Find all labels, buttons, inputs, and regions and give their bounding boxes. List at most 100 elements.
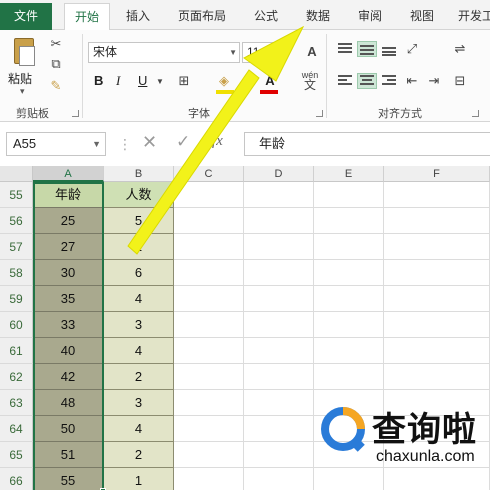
cell-c60[interactable] (174, 312, 244, 338)
phonetic-guide-icon[interactable]: wén 文 (300, 70, 320, 91)
cancel-icon[interactable]: ✕ (142, 132, 157, 153)
alignment-launcher-icon[interactable] (472, 110, 479, 117)
row-header[interactable]: 57 (0, 234, 33, 260)
cell-f56[interactable] (384, 208, 490, 234)
row-header[interactable]: 65 (0, 442, 33, 468)
cell-a58[interactable]: 30 (33, 260, 104, 286)
cell-c58[interactable] (174, 260, 244, 286)
tab-review[interactable]: 审阅 (358, 5, 382, 27)
align-left-icon[interactable] (336, 74, 354, 88)
row-header[interactable]: 55 (0, 182, 33, 208)
grow-font-icon[interactable]: A (304, 44, 320, 60)
align-right-icon[interactable] (380, 74, 398, 88)
merge-center-icon[interactable]: ⊟ (452, 73, 468, 89)
cell-a66[interactable]: 55 (33, 468, 104, 490)
formula-input[interactable]: 年龄 (244, 132, 490, 156)
increase-indent-icon[interactable]: ⇥ (426, 73, 442, 89)
tab-home[interactable]: 开始 (64, 3, 110, 31)
cell-d57[interactable] (244, 234, 314, 260)
cell-b64[interactable]: 4 (104, 416, 174, 442)
cell-f57[interactable] (384, 234, 490, 260)
cell-a55[interactable]: 年龄 (33, 182, 104, 208)
row-header[interactable]: 59 (0, 286, 33, 312)
cell-b63[interactable]: 3 (104, 390, 174, 416)
row-header[interactable]: 61 (0, 338, 33, 364)
cell-b61[interactable]: 4 (104, 338, 174, 364)
cell-d60[interactable] (244, 312, 314, 338)
cell-e59[interactable] (314, 286, 384, 312)
insert-function-icon[interactable]: fx (212, 133, 223, 150)
cell-e60[interactable] (314, 312, 384, 338)
cell-a56[interactable]: 25 (33, 208, 104, 234)
cell-b58[interactable]: 6 (104, 260, 174, 286)
cell-a63[interactable]: 48 (33, 390, 104, 416)
cell-c59[interactable] (174, 286, 244, 312)
enter-icon[interactable]: ✓ (176, 132, 190, 152)
tab-file[interactable]: 文件 (0, 3, 52, 30)
cell-d66[interactable] (244, 468, 314, 490)
cell-f61[interactable] (384, 338, 490, 364)
row-header[interactable]: 63 (0, 390, 33, 416)
cell-d65[interactable] (244, 442, 314, 468)
row-header[interactable]: 66 (0, 468, 33, 490)
paste-button[interactable]: 粘贴 ▾ (8, 36, 42, 96)
cell-a62[interactable]: 42 (33, 364, 104, 390)
tab-data[interactable]: 数据 (306, 5, 330, 27)
bold-button[interactable]: B (94, 72, 103, 90)
column-header-b[interactable]: B (104, 166, 174, 182)
cell-f59[interactable] (384, 286, 490, 312)
cell-b57[interactable]: 2 (104, 234, 174, 260)
font-launcher-icon[interactable] (316, 110, 323, 117)
row-header[interactable]: 64 (0, 416, 33, 442)
row-header[interactable]: 60 (0, 312, 33, 338)
align-middle-icon[interactable] (357, 41, 377, 57)
cell-a57[interactable]: 27 (33, 234, 104, 260)
tab-developer[interactable]: 开发工 (458, 5, 490, 27)
copy-icon[interactable]: ⧉ (48, 56, 64, 72)
cell-b66[interactable]: 1 (104, 468, 174, 490)
cell-d55[interactable] (244, 182, 314, 208)
cell-e58[interactable] (314, 260, 384, 286)
cell-f60[interactable] (384, 312, 490, 338)
cell-d56[interactable] (244, 208, 314, 234)
row-header[interactable]: 58 (0, 260, 33, 286)
cell-c65[interactable] (174, 442, 244, 468)
cell-c61[interactable] (174, 338, 244, 364)
cell-a64[interactable]: 50 (33, 416, 104, 442)
tab-insert[interactable]: 插入 (126, 5, 150, 27)
format-painter-icon[interactable]: ✎ (48, 78, 64, 94)
underline-button[interactable]: U (138, 72, 147, 90)
column-header-e[interactable]: E (314, 166, 384, 182)
font-size-select[interactable]: 11 ▼ (242, 42, 282, 63)
cell-c62[interactable] (174, 364, 244, 390)
fill-color-icon[interactable]: ◈ (216, 73, 232, 89)
select-all-corner[interactable] (0, 166, 33, 182)
align-top-icon[interactable] (336, 42, 354, 56)
cell-f58[interactable] (384, 260, 490, 286)
cell-b55[interactable]: 人数 (104, 182, 174, 208)
row-header[interactable]: 62 (0, 364, 33, 390)
cell-e56[interactable] (314, 208, 384, 234)
tab-page-layout[interactable]: 页面布局 (178, 5, 226, 27)
align-center-icon[interactable] (357, 73, 377, 89)
cell-d59[interactable] (244, 286, 314, 312)
text-orientation-icon[interactable]: ⤢ (404, 41, 420, 57)
wrap-text-icon[interactable]: ⇌ (452, 41, 468, 57)
cell-b59[interactable]: 4 (104, 286, 174, 312)
cell-e57[interactable] (314, 234, 384, 260)
cell-a65[interactable]: 51 (33, 442, 104, 468)
border-icon[interactable]: ⊞ (176, 73, 192, 89)
font-name-select[interactable]: 宋体 ▼ (88, 42, 240, 63)
cell-e66[interactable] (314, 468, 384, 490)
cut-icon[interactable]: ✂ (48, 36, 64, 52)
clipboard-launcher-icon[interactable] (72, 110, 79, 117)
tab-view[interactable]: 视图 (410, 5, 434, 27)
cell-d63[interactable] (244, 390, 314, 416)
cell-f62[interactable] (384, 364, 490, 390)
cell-d62[interactable] (244, 364, 314, 390)
cell-c55[interactable] (174, 182, 244, 208)
cell-c64[interactable] (174, 416, 244, 442)
cell-e55[interactable] (314, 182, 384, 208)
cell-b60[interactable]: 3 (104, 312, 174, 338)
cell-d64[interactable] (244, 416, 314, 442)
